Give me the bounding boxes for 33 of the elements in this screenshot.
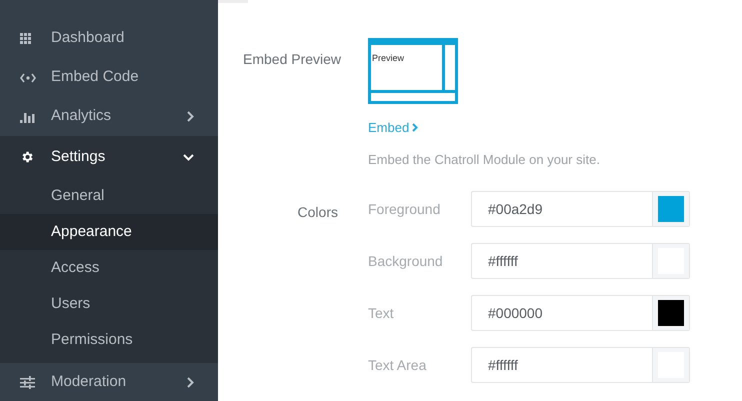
grid-icon xyxy=(20,33,31,44)
color-swatch[interactable] xyxy=(658,300,684,326)
section-label: Colors xyxy=(298,204,338,220)
color-field[interactable]: #000000 xyxy=(471,295,690,331)
sidebar-subitem[interactable]: Permissions xyxy=(0,322,218,358)
chevron-right-icon xyxy=(412,123,418,132)
field-label: Text xyxy=(368,304,395,322)
field-label: Foreground xyxy=(368,200,442,219)
settings-icon xyxy=(20,150,34,164)
chevron-down-icon xyxy=(183,154,194,160)
section-label: Embed Preview xyxy=(243,51,342,67)
color-field[interactable]: #ffffff xyxy=(471,243,690,279)
preview-text: Preview xyxy=(372,53,404,63)
description: Embed the Chatroll Module on your site. xyxy=(368,150,600,169)
code-icon xyxy=(20,72,36,82)
color-field[interactable]: #00a2d9 xyxy=(471,191,690,227)
field-label: Background xyxy=(368,252,444,271)
sidebar-item[interactable]: Settings xyxy=(0,136,218,178)
chevron-right-icon xyxy=(187,111,194,122)
sidebar-item[interactable]: Dashboard xyxy=(0,19,218,58)
field-label: Text Area xyxy=(368,356,428,374)
chevron-right-icon xyxy=(187,377,194,388)
sidebar-subitem[interactable]: Appearance xyxy=(0,214,218,250)
sidebar-item[interactable]: Analytics xyxy=(0,97,218,136)
sidebar-subitem[interactable]: Users xyxy=(0,286,218,322)
color-swatch[interactable] xyxy=(658,196,684,222)
sidebar-subitem[interactable]: General xyxy=(0,178,218,214)
sliders-icon xyxy=(20,376,35,389)
sidebar-item[interactable]: Embed Code xyxy=(0,58,218,97)
sidebar-item[interactable]: Moderation xyxy=(0,363,218,401)
bar-chart-icon xyxy=(20,110,35,122)
sidebar-subitem[interactable]: Access xyxy=(0,250,218,286)
color-field[interactable]: #ffffff xyxy=(471,347,690,383)
